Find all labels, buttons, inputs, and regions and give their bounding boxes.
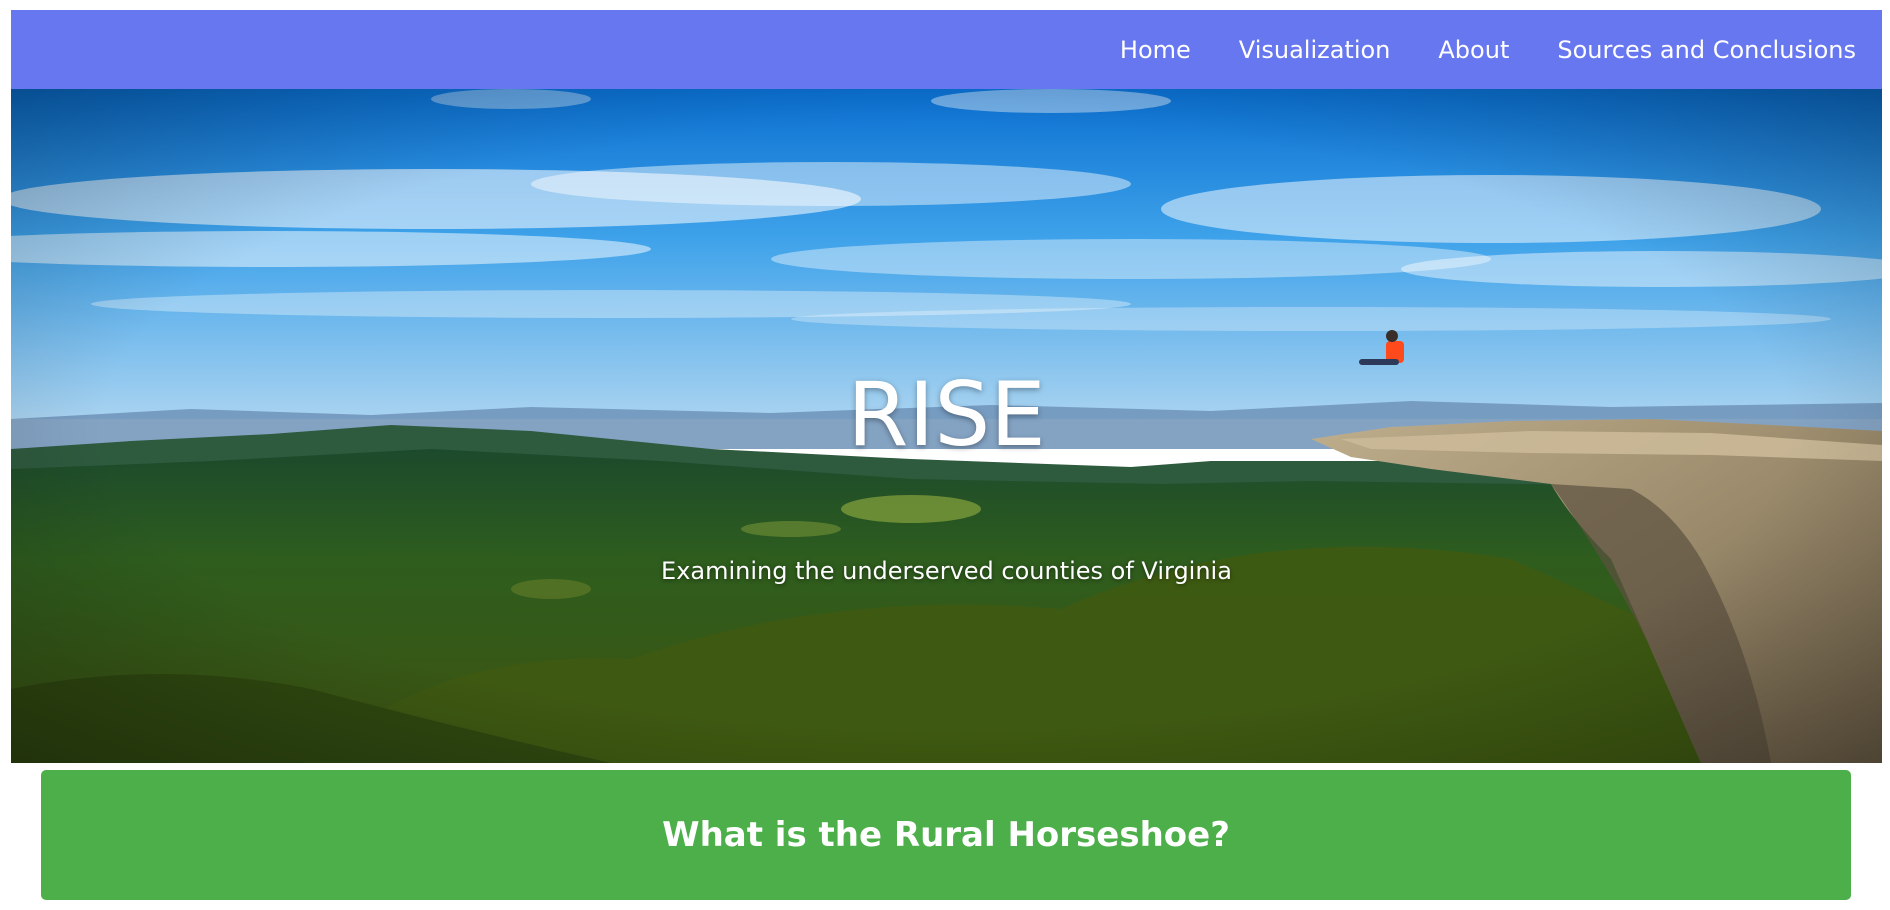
hero-banner: RISE Examining the underserved counties … <box>11 89 1882 763</box>
card-heading: What is the Rural Horseshoe? <box>662 815 1230 855</box>
hero-subtitle: Examining the underserved counties of Vi… <box>661 557 1232 585</box>
nav-link-home[interactable]: Home <box>1120 36 1191 64</box>
nav-link-about[interactable]: About <box>1438 36 1509 64</box>
nav-link-sources-and-conclusions[interactable]: Sources and Conclusions <box>1557 36 1856 64</box>
nav-link-visualization[interactable]: Visualization <box>1239 36 1391 64</box>
rural-horseshoe-card: What is the Rural Horseshoe? <box>41 770 1851 900</box>
top-navbar: Home Visualization About Sources and Con… <box>11 10 1882 89</box>
hero-title: RISE <box>847 363 1046 466</box>
page: Home Visualization About Sources and Con… <box>0 0 1890 910</box>
nav-list: Home Visualization About Sources and Con… <box>1072 36 1882 64</box>
